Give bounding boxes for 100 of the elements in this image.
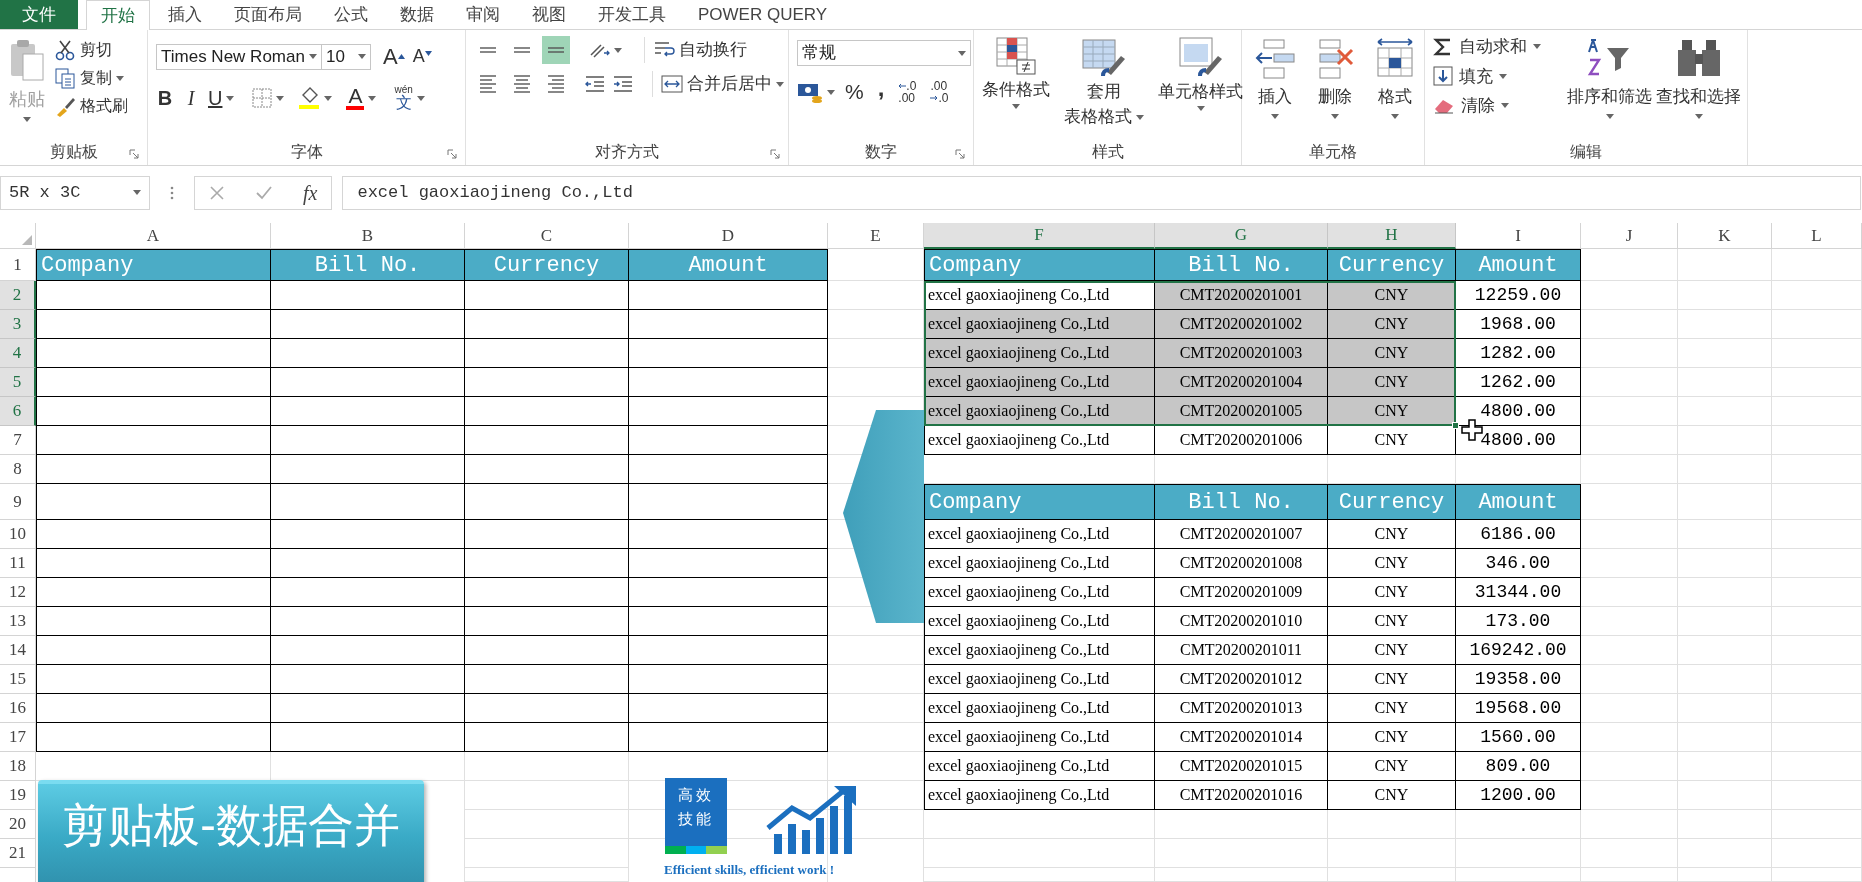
row-header[interactable]: 1 <box>0 249 36 281</box>
table-cell: excel gaoxiaojineng Co.,Ltd <box>924 310 1155 339</box>
enter-button[interactable] <box>255 184 273 201</box>
font-name-dropdown[interactable]: Times New Roman <box>156 43 322 70</box>
row-header[interactable]: 21 <box>0 839 36 868</box>
font-size-dropdown[interactable]: 10 <box>321 43 371 70</box>
italic-button[interactable]: I <box>184 83 198 113</box>
format-cells-button[interactable]: 格式 <box>1374 38 1416 119</box>
column-header[interactable]: L <box>1772 223 1862 249</box>
insert-function-button[interactable]: fx <box>303 177 318 208</box>
delete-cells-button[interactable]: 删除 <box>1314 38 1356 119</box>
decrease-indent-button[interactable] <box>584 74 606 94</box>
row-header[interactable]: 11 <box>0 549 36 578</box>
menu-tab[interactable]: 开始 <box>86 0 150 30</box>
row-header[interactable]: 2 <box>0 281 36 310</box>
fill-color-button[interactable] <box>298 86 333 110</box>
find-select-button[interactable]: 查找和选择 <box>1656 34 1741 119</box>
row-header[interactable]: 6 <box>0 397 36 426</box>
down-triangle-icon <box>424 51 432 56</box>
menu-tab[interactable]: 插入 <box>154 0 216 29</box>
row-header[interactable]: 9 <box>0 484 36 520</box>
cut-button[interactable]: 剪切 <box>54 38 128 62</box>
decrease-decimal-button[interactable]: .00 .0 <box>930 80 949 104</box>
row-header[interactable]: 18 <box>0 752 36 781</box>
increase-indent-button[interactable] <box>612 74 634 94</box>
table-cell: CNY <box>1328 310 1456 339</box>
grow-font-button[interactable]: A <box>383 40 405 73</box>
menu-tab[interactable]: 文件 <box>0 0 78 29</box>
column-header[interactable]: F <box>924 223 1155 249</box>
cell-styles-button[interactable]: 单元格样式 <box>1158 36 1243 111</box>
bold-button[interactable]: B <box>156 83 174 113</box>
menu-tab[interactable]: 页面布局 <box>220 0 316 29</box>
bottom-align-button[interactable] <box>542 36 570 64</box>
wrap-text-button[interactable]: 自动换行 <box>644 37 747 63</box>
format-painter-button[interactable]: 格式刷 <box>54 94 128 118</box>
shrink-font-button[interactable]: A <box>412 43 432 70</box>
dialog-launcher[interactable] <box>129 149 139 159</box>
row-header[interactable]: 8 <box>0 455 36 484</box>
format-as-table-button[interactable]: 套用 表格格式 <box>1064 36 1144 128</box>
column-header[interactable]: J <box>1581 223 1678 249</box>
dialog-launcher[interactable] <box>955 149 965 159</box>
row-header[interactable]: 15 <box>0 665 36 694</box>
format-cells-icon <box>1374 38 1416 80</box>
dialog-launcher[interactable] <box>770 149 780 159</box>
cancel-button[interactable] <box>209 184 225 201</box>
column-header[interactable]: C <box>465 223 629 249</box>
percent-button[interactable]: % <box>845 76 864 108</box>
row-header[interactable]: 16 <box>0 694 36 723</box>
menu-tab[interactable]: 审阅 <box>452 0 514 29</box>
row-header[interactable]: 19 <box>0 781 36 810</box>
menu-tab[interactable]: 数据 <box>386 0 448 29</box>
autosum-button[interactable]: 自动求和 <box>1433 34 1541 60</box>
row-header[interactable]: 3 <box>0 310 36 339</box>
group-label: 数字 <box>865 142 897 162</box>
table-cell: excel gaoxiaojineng Co.,Ltd <box>924 694 1155 723</box>
row-header[interactable]: 17 <box>0 723 36 752</box>
row-header[interactable]: 12 <box>0 578 36 607</box>
menu-tab[interactable]: 视图 <box>518 0 580 29</box>
fill-button[interactable]: 填充 <box>1433 63 1541 89</box>
comma-style-button[interactable]: , <box>877 76 885 100</box>
row-header[interactable]: 7 <box>0 426 36 455</box>
column-header[interactable]: A <box>36 223 271 249</box>
row-header[interactable]: 20 <box>0 810 36 839</box>
column-header[interactable]: K <box>1678 223 1772 249</box>
row-header[interactable]: 5 <box>0 368 36 397</box>
orientation-button[interactable] <box>588 41 622 59</box>
sort-filter-button[interactable]: 排序和筛选 <box>1567 34 1652 119</box>
column-header[interactable]: E <box>828 223 924 249</box>
column-header[interactable]: B <box>271 223 465 249</box>
accounting-format-button[interactable] <box>797 81 835 103</box>
formula-field[interactable]: excel gaoxiaojineng Co.,Ltd <box>342 175 1861 210</box>
phonetic-button[interactable]: wén 文 <box>394 85 425 111</box>
name-box[interactable]: 5R x 3C <box>0 175 150 210</box>
table-cell: excel gaoxiaojineng Co.,Ltd <box>924 665 1155 694</box>
font-color-button[interactable]: A <box>346 86 377 110</box>
table-cell: 173.00 <box>1456 607 1581 636</box>
column-header[interactable]: H <box>1328 223 1456 249</box>
row-header[interactable]: 4 <box>0 339 36 368</box>
row-header[interactable]: 10 <box>0 520 36 549</box>
column-header[interactable]: G <box>1155 223 1328 249</box>
menu-tab[interactable]: 公式 <box>320 0 382 29</box>
row-header[interactable]: 13 <box>0 607 36 636</box>
menu-tab[interactable]: POWER QUERY <box>684 0 842 29</box>
menu-tab[interactable]: 开发工具 <box>584 0 680 29</box>
row-header[interactable]: 14 <box>0 636 36 665</box>
insert-cells-button[interactable]: 插入 <box>1254 38 1296 119</box>
table-cell: CMT20200201008 <box>1155 549 1328 578</box>
clear-button[interactable]: 清除 <box>1433 93 1541 119</box>
merge-center-button[interactable]: 合并后居中 <box>652 71 784 97</box>
borders-button[interactable] <box>252 88 285 108</box>
conditional-format-button[interactable]: 条件格式 <box>982 36 1050 109</box>
column-header[interactable]: I <box>1456 223 1581 249</box>
dialog-launcher[interactable] <box>447 149 457 159</box>
caret-icon <box>416 95 425 101</box>
number-format-dropdown[interactable]: 常规 <box>797 40 971 66</box>
increase-decimal-button[interactable]: .0 .00 <box>898 80 917 104</box>
align-lines-icon <box>546 75 566 93</box>
column-header[interactable]: D <box>629 223 828 249</box>
copy-button[interactable]: 复制 <box>54 66 128 90</box>
underline-button[interactable]: U <box>208 83 235 113</box>
